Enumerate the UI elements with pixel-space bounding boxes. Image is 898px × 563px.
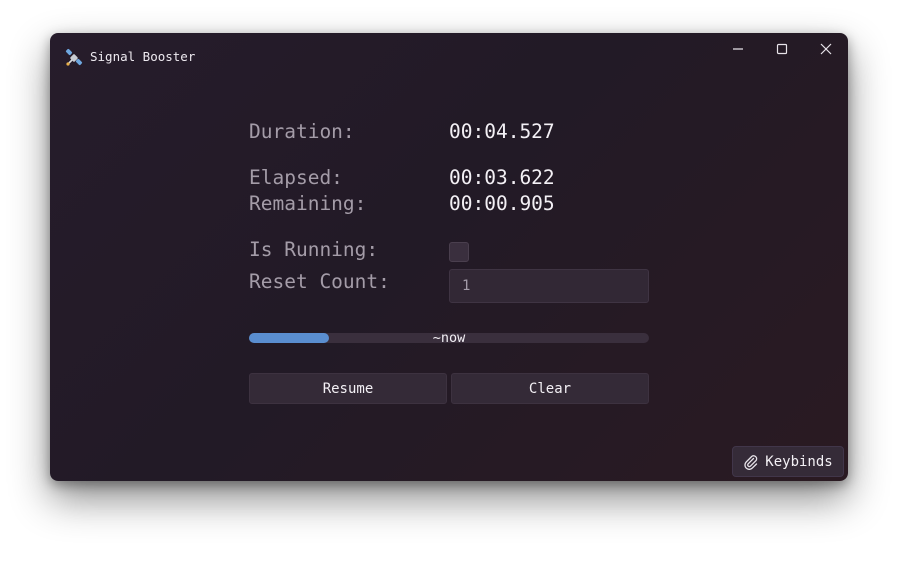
app-window: Signal Booster Duration: 00:04.527 Elaps…: [50, 33, 848, 481]
elapsed-label: Elapsed:: [249, 166, 343, 189]
title-bar[interactable]: Signal Booster: [50, 33, 848, 81]
duration-label: Duration:: [249, 120, 355, 143]
clear-button[interactable]: Clear: [451, 373, 649, 404]
resume-button[interactable]: Resume: [249, 373, 447, 404]
maximize-button[interactable]: [760, 35, 804, 63]
progress-bar: ~now: [249, 330, 649, 346]
window-title: Signal Booster: [90, 49, 196, 64]
is-running-label: Is Running:: [249, 238, 379, 261]
keybinds-button[interactable]: Keybinds: [732, 446, 844, 477]
close-button[interactable]: [804, 35, 848, 63]
paperclip-icon: [744, 454, 758, 470]
close-icon: [820, 43, 832, 55]
minimize-button[interactable]: [716, 35, 760, 63]
remaining-value: 00:00.905: [449, 192, 555, 215]
minimize-icon: [733, 48, 743, 50]
progress-text: ~now: [432, 330, 466, 346]
reset-count-input[interactable]: 1: [449, 269, 649, 303]
keybinds-label: Keybinds: [765, 453, 833, 470]
duration-value: 00:04.527: [449, 120, 555, 143]
elapsed-value: 00:03.622: [449, 166, 555, 189]
maximize-icon: [776, 43, 788, 55]
remaining-label: Remaining:: [249, 192, 367, 215]
is-running-checkbox[interactable]: [449, 242, 469, 262]
reset-count-label: Reset Count:: [249, 270, 390, 293]
satellite-icon: [64, 48, 84, 68]
